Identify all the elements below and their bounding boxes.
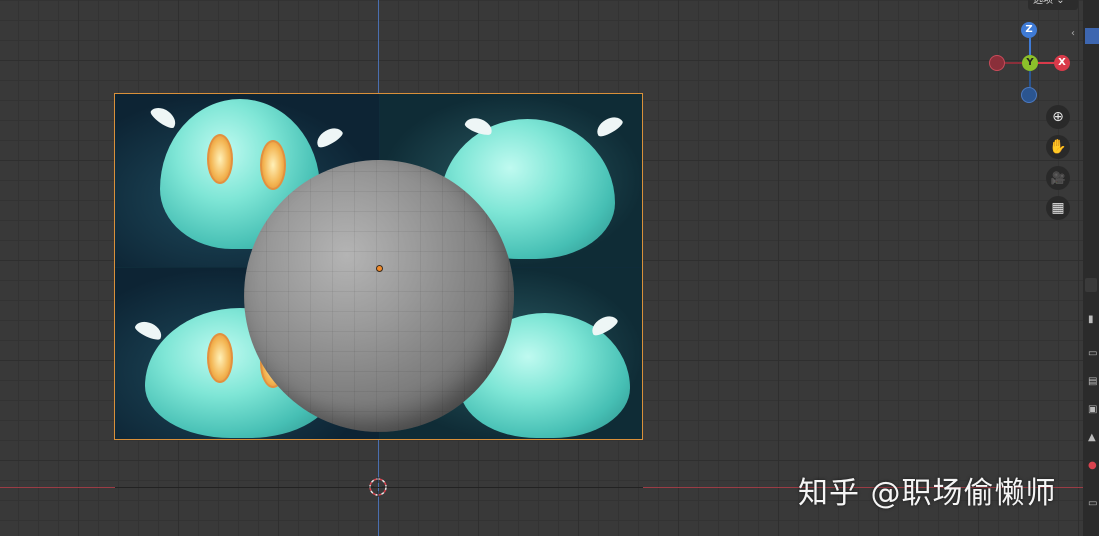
navigation-gizmo[interactable]: Z Y X (988, 22, 1072, 106)
camera-icon[interactable]: 🎥 (1046, 166, 1070, 190)
3d-cursor-icon[interactable] (368, 477, 388, 497)
render-icon[interactable]: ▮ (1088, 314, 1094, 325)
gizmo-x-axis[interactable]: X (1054, 55, 1070, 71)
properties-editor-strip (1083, 0, 1099, 536)
chevron-down-icon: ⌄ (1056, 0, 1065, 6)
gizmo-z-axis[interactable]: Z (1021, 22, 1037, 38)
uv-sphere-mesh[interactable] (244, 160, 514, 432)
3d-viewport[interactable] (0, 0, 1099, 536)
gizmo-negative-x-axis[interactable] (989, 55, 1005, 71)
zoom-icon[interactable]: ⊕ (1046, 105, 1070, 129)
gizmo-y-axis[interactable]: Y (1022, 55, 1038, 71)
modifier-icon[interactable]: ▭ (1088, 498, 1097, 509)
properties-tab-tool[interactable] (1085, 278, 1097, 292)
world-icon[interactable]: ▲ (1088, 432, 1096, 443)
object-icon[interactable]: ● (1088, 460, 1097, 471)
options-dropdown[interactable]: 选项 ⌄ (1028, 0, 1078, 10)
output-icon[interactable]: ▭ (1088, 348, 1097, 359)
object-origin-dot (376, 265, 383, 272)
active-tab-indicator (1085, 28, 1099, 44)
options-label: 选项 (1033, 0, 1053, 6)
grid-icon[interactable]: ▦ (1046, 196, 1070, 220)
watermark: 知乎 @职场偷懒师 (798, 476, 1057, 511)
scene-icon[interactable]: ▣ (1088, 404, 1097, 415)
sidebar-toggle-icon[interactable]: ‹ (1071, 28, 1075, 39)
gizmo-negative-z-axis[interactable] (1021, 87, 1037, 103)
hand-pan-icon[interactable]: ✋ (1046, 135, 1070, 159)
view-layer-icon[interactable]: ▤ (1088, 376, 1097, 387)
